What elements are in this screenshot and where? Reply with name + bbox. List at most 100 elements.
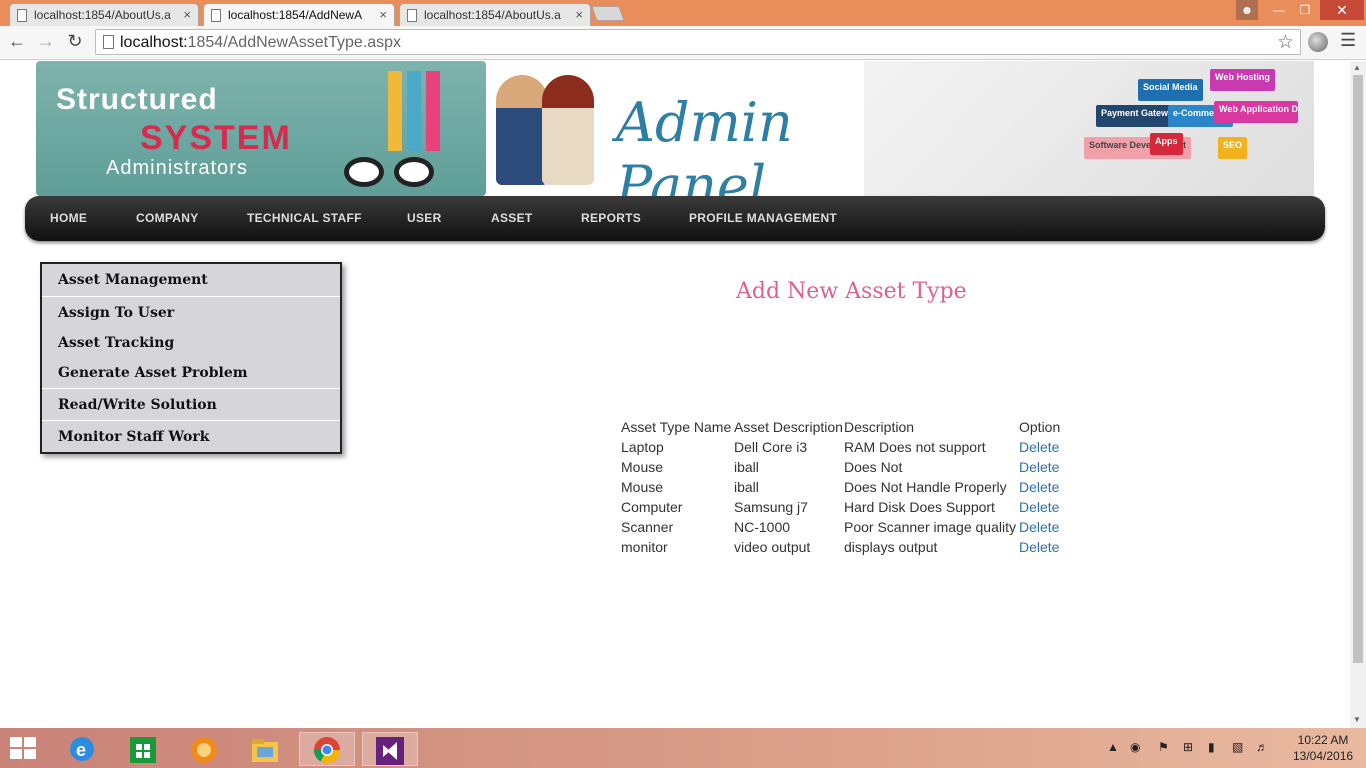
nav-technical-staff[interactable]: TECHNICAL STAFF bbox=[247, 211, 362, 225]
close-tab-icon[interactable]: × bbox=[575, 7, 583, 22]
sidemenu-monitor-staff-work[interactable]: Monitor Staff Work bbox=[58, 429, 209, 445]
restore-button[interactable]: ❐ bbox=[1292, 0, 1318, 20]
logo-line-3: Administrators bbox=[106, 157, 248, 179]
tray-expand-icon[interactable]: ▲ bbox=[1107, 740, 1119, 754]
page-icon bbox=[103, 35, 114, 49]
sign-web-app-dev: Web Application Development bbox=[1214, 101, 1298, 123]
man-avatar-icon bbox=[496, 75, 548, 185]
nav-company[interactable]: COMPANY bbox=[136, 211, 199, 225]
sign-web-hosting: Web Hosting bbox=[1210, 69, 1275, 91]
delete-link[interactable]: Delete bbox=[1019, 499, 1059, 515]
sidemenu-asset-management[interactable]: Asset Management bbox=[58, 272, 208, 288]
glasses-icon bbox=[344, 157, 438, 187]
scrollbar-thumb[interactable] bbox=[1353, 75, 1363, 663]
sidemenu-read-write-solution[interactable]: Read/Write Solution bbox=[58, 397, 217, 413]
new-tab-button[interactable] bbox=[591, 6, 625, 21]
bookmark-star-icon[interactable]: ☆ bbox=[1277, 31, 1294, 54]
battery-icon[interactable]: ▮ bbox=[1208, 740, 1215, 754]
minimize-button[interactable]: — bbox=[1266, 0, 1292, 20]
user-profile-icon[interactable]: ☻ bbox=[1236, 0, 1258, 20]
page-title: Add New Asset Type bbox=[736, 279, 967, 304]
pencil-icon bbox=[426, 71, 440, 151]
cell-asset-type: Mouse bbox=[621, 479, 664, 495]
sidemenu-assign-to-user[interactable]: Assign To User bbox=[58, 305, 174, 321]
admin-panel-banner: Admin Panel bbox=[486, 61, 866, 217]
tray-network-globe-icon[interactable]: ◉ bbox=[1130, 740, 1140, 754]
close-tab-icon[interactable]: × bbox=[379, 7, 387, 22]
table-row: Laptop Dell Core i3 RAM Does not support… bbox=[621, 437, 1064, 457]
scroll-down-arrow-icon[interactable]: ▼ bbox=[1353, 715, 1361, 724]
cell-asset-description: iball bbox=[734, 479, 759, 495]
cell-asset-description: iball bbox=[734, 459, 759, 475]
side-menu: Asset Management Assign To User Asset Tr… bbox=[40, 262, 342, 454]
internet-explorer-icon[interactable]: e bbox=[54, 732, 110, 766]
delete-link[interactable]: Delete bbox=[1019, 539, 1059, 555]
logo-line-2: SYSTEM bbox=[140, 119, 292, 157]
close-window-button[interactable]: ✕ bbox=[1320, 0, 1364, 20]
browser-tab-addnewasset[interactable]: localhost:1854/AddNewA × bbox=[203, 3, 395, 27]
main-nav-bar: HOME COMPANY TECHNICAL STAFF USER ASSET … bbox=[25, 196, 1325, 241]
pencil-icon bbox=[388, 71, 402, 151]
woman-avatar-icon bbox=[542, 75, 594, 185]
extension-icon[interactable] bbox=[1308, 32, 1328, 52]
nav-asset[interactable]: ASSET bbox=[491, 211, 533, 225]
tab-title: localhost:1854/AboutUs.a bbox=[424, 8, 561, 22]
forward-arrow-icon[interactable]: → bbox=[35, 31, 57, 52]
cell-description: Poor Scanner image quality bbox=[844, 519, 1016, 535]
store-icon[interactable] bbox=[115, 732, 171, 766]
table-row: Computer Samsung j7 Hard Disk Does Suppo… bbox=[621, 497, 1064, 517]
tab-title: localhost:1854/AboutUs.a bbox=[34, 8, 171, 22]
url-host: localhost: bbox=[120, 34, 188, 51]
table-header-row: Asset Type Name Asset Description Descri… bbox=[621, 417, 1064, 437]
cell-asset-description: video output bbox=[734, 539, 811, 555]
visual-studio-icon[interactable] bbox=[362, 732, 418, 766]
windows-start-icon[interactable] bbox=[10, 737, 38, 761]
page-viewport: Structured SYSTEM Administrators Admin P… bbox=[0, 61, 1350, 728]
services-banner: Social Media Web Hosting Payment Gateway… bbox=[864, 61, 1314, 196]
sidemenu-generate-asset-problem[interactable]: Generate Asset Problem bbox=[58, 365, 248, 381]
page-icon bbox=[407, 9, 417, 22]
divider bbox=[42, 388, 340, 389]
pencil-icon bbox=[407, 71, 421, 151]
cell-description: Does Not bbox=[844, 459, 903, 475]
browser-tab-aboutus-2[interactable]: localhost:1854/AboutUs.a × bbox=[399, 3, 591, 26]
browser-tab-aboutus-1[interactable]: localhost:1854/AboutUs.a × bbox=[9, 3, 199, 26]
back-arrow-icon[interactable]: ← bbox=[6, 31, 28, 52]
sidemenu-asset-tracking[interactable]: Asset Tracking bbox=[58, 335, 174, 351]
page-icon bbox=[17, 9, 27, 22]
delete-link[interactable]: Delete bbox=[1019, 479, 1059, 495]
menu-icon[interactable]: ☰ bbox=[1340, 30, 1356, 51]
network-signal-icon[interactable]: ▧ bbox=[1232, 740, 1243, 754]
close-tab-icon[interactable]: × bbox=[183, 7, 191, 22]
table-row: Mouse iball Does Not Handle Properly Del… bbox=[621, 477, 1064, 497]
action-center-flag-icon[interactable]: ⚑ bbox=[1158, 740, 1169, 754]
column-header: Option bbox=[1019, 419, 1061, 435]
cell-asset-description: Samsung j7 bbox=[734, 499, 808, 515]
scroll-up-arrow-icon[interactable]: ▲ bbox=[1353, 63, 1361, 72]
chrome-icon[interactable] bbox=[299, 732, 355, 766]
divider bbox=[42, 420, 340, 421]
nav-user[interactable]: USER bbox=[407, 211, 442, 225]
svg-text:e: e bbox=[76, 740, 86, 760]
nav-profile-management[interactable]: PROFILE MANAGEMENT bbox=[689, 211, 837, 225]
nav-reports[interactable]: REPORTS bbox=[581, 211, 641, 225]
nav-home[interactable]: HOME bbox=[50, 211, 87, 225]
sign-apps: Apps bbox=[1150, 133, 1183, 155]
delete-link[interactable]: Delete bbox=[1019, 459, 1059, 475]
clock-time: 10:22 AM bbox=[1297, 733, 1349, 747]
sign-seo: SEO bbox=[1218, 137, 1248, 159]
cell-description: displays output bbox=[844, 539, 938, 555]
reload-icon[interactable]: ↻ bbox=[64, 31, 86, 52]
vertical-scrollbar[interactable]: ▲ ▼ bbox=[1350, 61, 1366, 728]
media-player-icon[interactable] bbox=[176, 732, 232, 766]
cell-description: RAM Does not support bbox=[844, 439, 986, 455]
delete-link[interactable]: Delete bbox=[1019, 519, 1059, 535]
browser-toolbar: ← → ↻ localhost:1854/AddNewAssetType.asp… bbox=[0, 26, 1366, 60]
system-clock[interactable]: 10:22 AM 13/04/2016 bbox=[1293, 732, 1353, 764]
file-explorer-icon[interactable] bbox=[237, 732, 293, 766]
delete-link[interactable]: Delete bbox=[1019, 439, 1059, 455]
address-bar[interactable]: localhost:1854/AddNewAssetType.aspx ☆ bbox=[95, 29, 1301, 55]
volume-icon[interactable]: ♬ bbox=[1256, 740, 1268, 754]
windows-icon[interactable]: ⊞ bbox=[1183, 740, 1193, 754]
cell-asset-type: Scanner bbox=[621, 519, 674, 535]
